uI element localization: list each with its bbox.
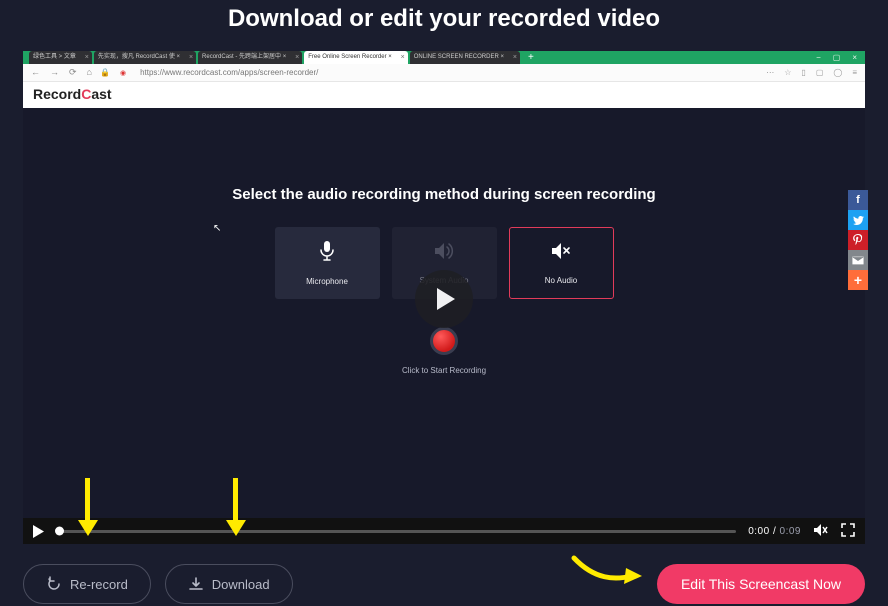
recorded-screen: ↖ Select the audio recording method duri… — [23, 108, 865, 518]
action-row: Re-record Download Edit This Screencast … — [23, 564, 865, 604]
video-preview: 绿色工具 > 文章 先实现，搜凡 RecordCast 使 × RecordCa… — [23, 51, 865, 544]
window-controls[interactable]: − ▢ × — [808, 51, 865, 64]
progress-bar[interactable] — [56, 530, 736, 533]
download-icon — [188, 576, 204, 592]
play-overlay-button[interactable] — [415, 270, 473, 328]
home-icon[interactable]: ⌂ — [87, 67, 92, 78]
play-button[interactable] — [33, 525, 44, 538]
back-icon[interactable]: ← — [31, 67, 40, 78]
video-controls: 0:00 / 0:09 — [23, 518, 865, 544]
microphone-label: Microphone — [306, 277, 348, 286]
extension-icon[interactable]: ◯ — [833, 68, 842, 77]
browser-tab[interactable]: 先实现，搜凡 RecordCast 使 × — [94, 51, 196, 64]
twitter-icon — [853, 216, 864, 225]
brand-logo: RecordCast — [33, 86, 112, 102]
browser-url-bar: ← → ⟳ ⌂ 🔒 ◉ https://www.recordcast.com/a… — [23, 64, 865, 82]
mail-icon — [852, 256, 864, 265]
browser-tab-strip: 绿色工具 > 文章 先实现，搜凡 RecordCast 使 × RecordCa… — [23, 51, 865, 64]
no-audio-option[interactable]: No Audio — [509, 227, 614, 299]
pinterest-icon — [853, 234, 863, 247]
microphone-option[interactable]: Microphone — [275, 227, 380, 299]
forward-icon[interactable]: → — [50, 67, 59, 78]
re-record-label: Re-record — [70, 577, 128, 592]
extension-icon[interactable]: ▢ — [816, 68, 824, 77]
microphone-icon — [318, 240, 336, 267]
record-icon[interactable] — [430, 327, 458, 355]
audio-method-title: Select the audio recording method during… — [23, 108, 865, 203]
browser-tab[interactable]: ONLINE SCREEN RECORDER × — [410, 51, 520, 64]
page-title: Download or edit your recorded video — [0, 0, 888, 51]
annotation-arrow — [78, 478, 96, 538]
brand-header: RecordCast — [23, 82, 865, 108]
reload-icon[interactable]: ⟳ — [69, 67, 77, 78]
email-share[interactable] — [848, 250, 868, 270]
browser-tab[interactable]: RecordCast - 先跨端上架居中 × — [198, 51, 302, 64]
start-recording-label: Click to Start Recording — [23, 366, 865, 375]
mute-icon — [550, 241, 572, 266]
edit-screencast-button[interactable]: Edit This Screencast Now — [657, 564, 865, 604]
re-record-button[interactable]: Re-record — [23, 564, 151, 604]
minimize-icon[interactable]: − — [816, 53, 821, 62]
new-tab-button[interactable]: + — [522, 51, 540, 64]
url-text[interactable]: https://www.recordcast.com/apps/screen-r… — [140, 68, 318, 77]
refresh-icon — [46, 576, 62, 592]
annotation-arrow — [570, 552, 650, 592]
browser-tab[interactable]: 绿色工具 > 文章 — [29, 51, 92, 64]
annotation-arrow — [226, 478, 244, 538]
close-icon[interactable]: × — [852, 53, 857, 62]
shield-icon: ◉ — [120, 69, 126, 77]
social-share-rail: f + — [848, 190, 868, 290]
speaker-icon — [433, 241, 455, 266]
no-audio-label: No Audio — [545, 276, 577, 285]
download-button[interactable]: Download — [165, 564, 293, 604]
cursor-icon: ↖ — [213, 223, 221, 234]
more-icon[interactable]: ⋯ — [766, 68, 774, 77]
browser-tab-active[interactable]: Free Online Screen Recorder × — [304, 51, 408, 64]
extension-icon[interactable]: ▯ — [801, 68, 805, 77]
more-share[interactable]: + — [848, 270, 868, 290]
twitter-share[interactable] — [848, 210, 868, 230]
star-icon[interactable]: ☆ — [784, 68, 791, 77]
pinterest-share[interactable] — [848, 230, 868, 250]
facebook-share[interactable]: f — [848, 190, 868, 210]
start-recording[interactable]: Click to Start Recording — [23, 327, 865, 375]
menu-icon[interactable]: ≡ — [852, 68, 857, 77]
lock-icon: 🔒 — [100, 68, 110, 77]
play-icon — [435, 286, 457, 312]
fullscreen-button[interactable] — [841, 523, 855, 540]
download-label: Download — [212, 577, 270, 592]
maximize-icon[interactable]: ▢ — [833, 53, 841, 62]
time-display: 0:00 / 0:09 — [748, 526, 801, 537]
mute-button[interactable] — [813, 523, 829, 540]
